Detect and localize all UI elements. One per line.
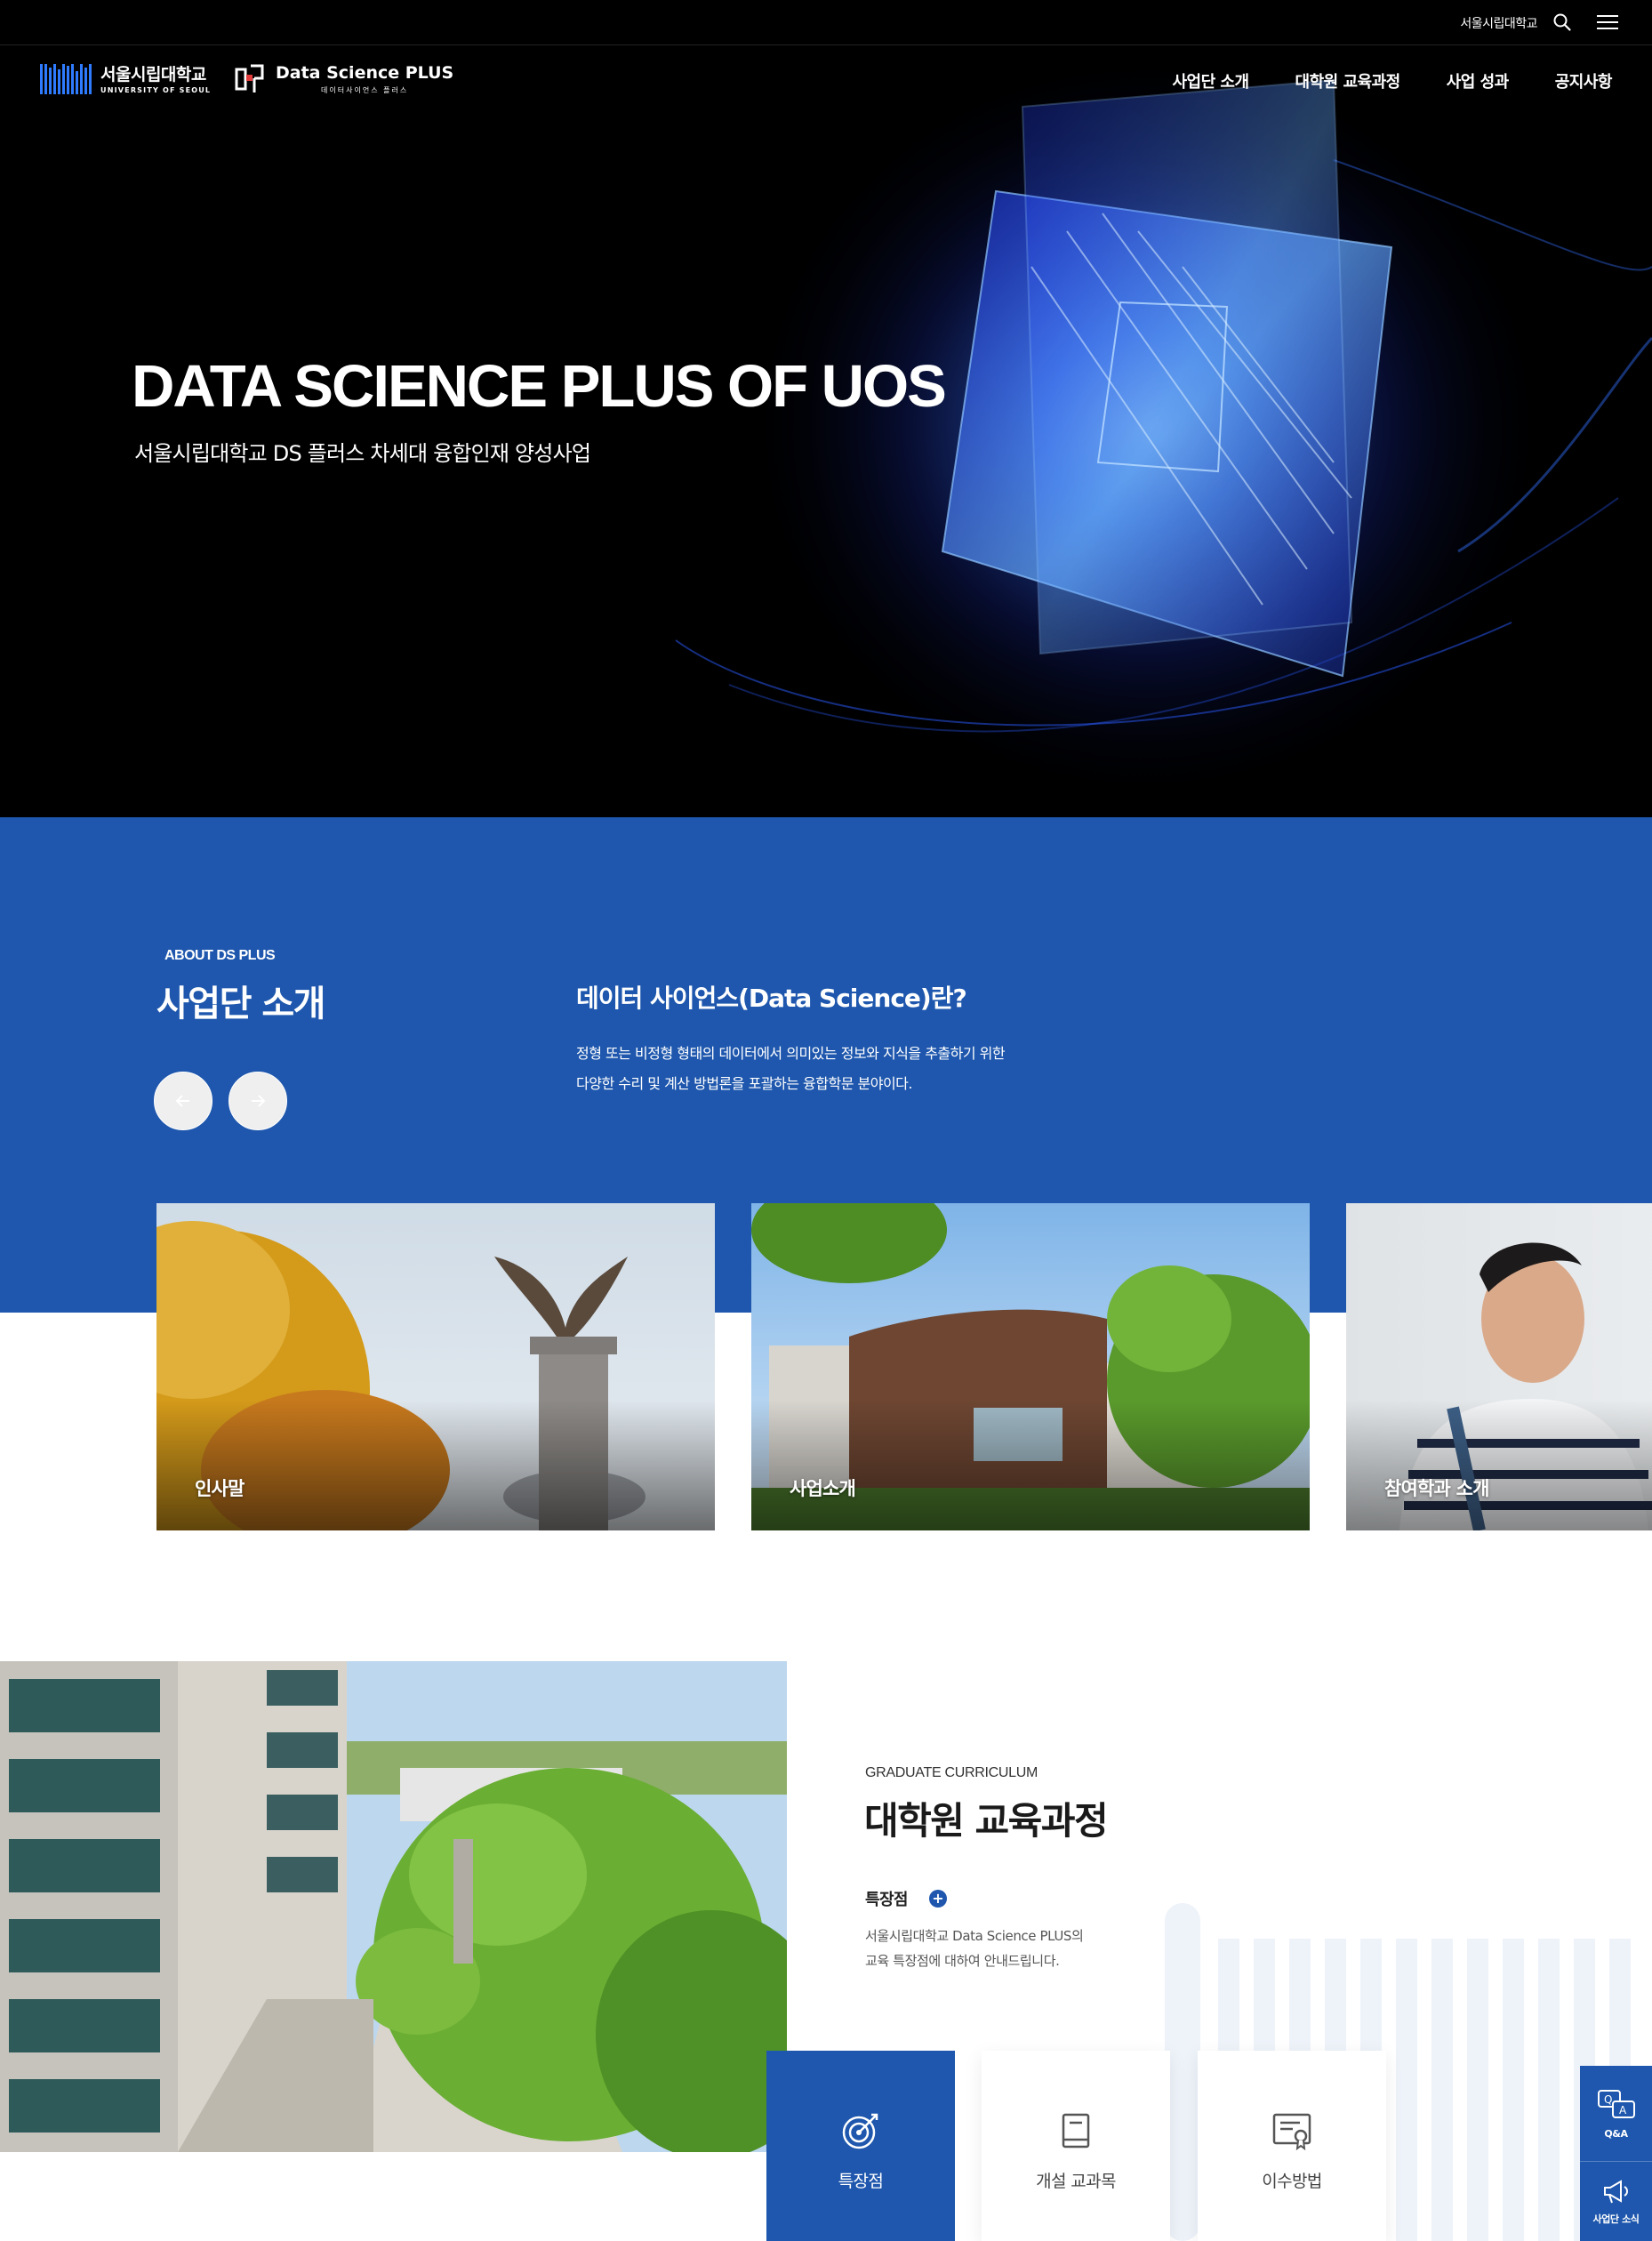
quick-menu: Q A Q&A 사업단 소식 (1580, 2066, 1652, 2241)
quick-menu-news[interactable]: 사업단 소식 (1580, 2162, 1652, 2241)
top-utility-bar: 서울시립대학교 (0, 0, 1652, 45)
svg-text:A: A (1619, 2104, 1627, 2116)
uos-logo-english: UNIVERSITY OF SEOUL (100, 85, 212, 94)
quick-menu-news-label: 사업단 소식 (1592, 2213, 1640, 2225)
ds-plus-logo[interactable]: Data Science PLUS 데이터사이언스 플러스 (233, 62, 453, 96)
about-prev-button[interactable] (154, 1072, 213, 1130)
card-label-greeting: 인사말 (195, 1478, 245, 1499)
target-icon (842, 2113, 878, 2149)
nav-item-achievements[interactable]: 사업 성과 (1447, 69, 1510, 92)
card-greeting[interactable]: 인사말 (156, 1203, 715, 1530)
card-label-project-intro: 사업소개 (790, 1478, 856, 1499)
curriculum-title: 대학원 교육과정 (864, 1799, 1109, 1843)
curriculum-feature-link[interactable]: 특장점 + (865, 1887, 947, 1910)
description-line-2: 다양한 수리 및 계산 방법론을 포괄하는 융합학문 분야이다. (576, 1075, 912, 1092)
about-card-carousel: 인사말 사업소개 참여학과 소개 (156, 1203, 1652, 1530)
description-line-1: 정형 또는 비정형 형태의 데이터에서 의미있는 정보와 지식을 추출하기 위한 (576, 1045, 1006, 1062)
card-label-departments: 참여학과 소개 (1384, 1478, 1489, 1499)
card-departments[interactable]: 참여학과 소개 (1346, 1203, 1652, 1530)
curriculum-desc-line-2: 교육 특장점에 대하여 안내드립니다. (865, 1953, 1060, 1969)
tile-features[interactable]: 특장점 (766, 2051, 955, 2241)
about-title: 사업단 소개 (156, 984, 325, 1024)
tile-completion[interactable]: 이수방법 (1198, 2051, 1386, 2241)
uos-logo-korean: 서울시립대학교 (100, 64, 206, 84)
hero-title: DATA SCIENCE PLUS OF UOS (132, 353, 947, 420)
hero-section: 서울시립대학교 서울시립대학교 UNIVERSITY OF SEOUL Data… (0, 0, 1652, 817)
ds-plus-mark-icon (235, 64, 264, 92)
feature-label: 특장점 (865, 1891, 908, 1909)
data-science-description: 정형 또는 비정형 형태의 데이터에서 의미있는 정보와 지식을 추출하기 위한… (576, 1039, 1127, 1099)
book-icon (1062, 2113, 1090, 2149)
uos-logo[interactable]: 서울시립대학교 UNIVERSITY OF SEOUL (40, 64, 211, 94)
about-next-button[interactable] (229, 1072, 287, 1130)
main-navigation: 사업단 소개 대학원 교육과정 사업 성과 공지사항 (1172, 69, 1612, 92)
tile-label-completion: 이수방법 (1262, 2172, 1322, 2191)
card-project-intro[interactable]: 사업소개 (751, 1203, 1310, 1530)
plus-icon[interactable]: + (928, 1890, 947, 1908)
megaphone-icon (1603, 2180, 1628, 2204)
certificate-icon (1272, 2113, 1311, 2151)
uos-logo-mark-icon (40, 64, 92, 94)
svg-text:Q: Q (1604, 2093, 1612, 2106)
arrow-left-icon (175, 1095, 189, 1107)
arrow-right-icon (252, 1095, 266, 1107)
nav-item-curriculum[interactable]: 대학원 교육과정 (1295, 69, 1401, 92)
nav-item-notices[interactable]: 공지사항 (1555, 69, 1613, 92)
hero-subtitle: 서울시립대학교 DS 플러스 차세대 융합인재 양성사업 (134, 441, 591, 466)
data-science-heading: 데이터 사이언스(Data Science)란? (576, 984, 967, 1013)
about-eyebrow: ABOUT DS PLUS (164, 948, 276, 963)
campus-aerial-photo (0, 1661, 787, 2152)
hamburger-menu-icon[interactable] (1597, 12, 1618, 32)
tile-courses[interactable]: 개설 교과목 (982, 2051, 1170, 2241)
curriculum-eyebrow: GRADUATE CURRICULUM (865, 1765, 1039, 1780)
quick-menu-qa[interactable]: Q A Q&A (1580, 2066, 1652, 2162)
quick-menu-qa-label: Q&A (1604, 2128, 1628, 2140)
tile-label-features: 특장점 (838, 2172, 884, 2191)
curriculum-description: 서울시립대학교 Data Science PLUS의 교육 특장점에 대하여 안… (865, 1924, 1084, 1973)
search-icon[interactable] (1552, 12, 1572, 32)
ds-plus-logo-subtitle: 데이터사이언스 플러스 (321, 86, 409, 94)
university-link[interactable]: 서울시립대학교 (1460, 14, 1537, 32)
curriculum-desc-line-1: 서울시립대학교 Data Science PLUS의 (865, 1928, 1084, 1944)
tile-label-courses: 개설 교과목 (1036, 2172, 1116, 2191)
qa-icon: Q A (1597, 2090, 1635, 2118)
ds-plus-logo-title: Data Science PLUS (276, 63, 454, 83)
nav-item-about[interactable]: 사업단 소개 (1172, 69, 1249, 92)
